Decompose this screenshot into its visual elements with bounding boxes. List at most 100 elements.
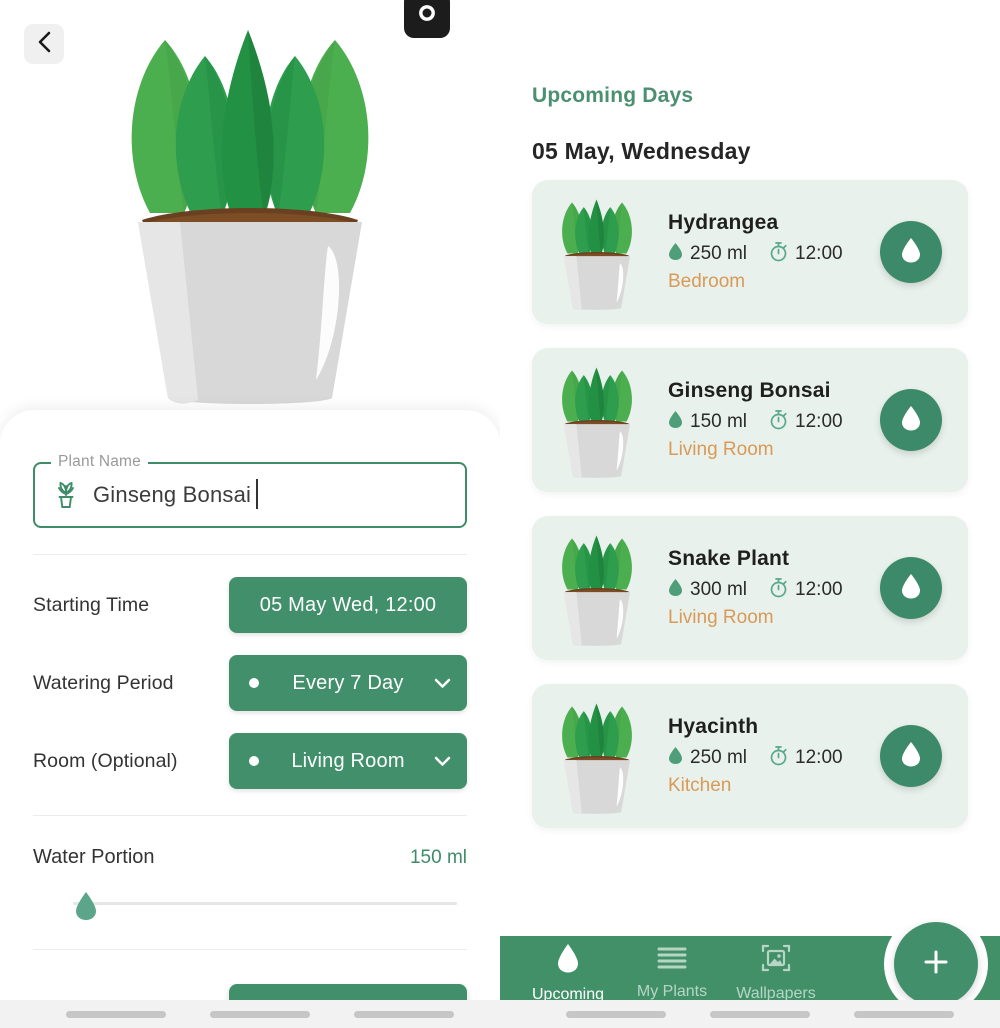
stopwatch-icon	[769, 745, 788, 771]
slider-track	[73, 902, 457, 905]
gesture-pill	[854, 1010, 954, 1018]
starting-time-button[interactable]: 05 May Wed, 12:00	[229, 577, 467, 633]
water-portion-label: Water Portion	[33, 846, 155, 868]
plant-card-room: Bedroom	[668, 271, 746, 292]
watering-period-value: Every 7 Day	[292, 671, 404, 694]
day-title: 05 May, Wednesday	[532, 138, 751, 164]
camera-button[interactable]	[404, 0, 450, 38]
form-divider-2	[33, 815, 467, 816]
plant-card-body: Ginseng Bonsai 150 ml 12:00 Living Room	[662, 379, 880, 461]
droplet-icon	[900, 236, 922, 269]
form-divider-3	[33, 949, 467, 950]
plant-card-room: Kitchen	[668, 775, 732, 796]
plant-card-body: Snake Plant 300 ml 12:00 Living Room	[662, 547, 880, 629]
plant-card-time: 12:00	[795, 243, 843, 264]
water-now-button[interactable]	[880, 221, 942, 283]
plant-card-body: Hyacinth 250 ml 12:00 Kitchen	[662, 715, 880, 797]
stopwatch-icon	[769, 241, 788, 267]
nav-item-label: My Plants	[636, 983, 708, 1000]
stopwatch-icon	[769, 577, 788, 603]
watering-period-dropdown[interactable]: Every 7 Day	[229, 655, 467, 711]
gesture-pill	[66, 1010, 166, 1018]
upcoming-panel: Upcoming Days 05 May, Wednesday Hydrange…	[500, 0, 1000, 1028]
droplet-icon	[900, 404, 922, 437]
plant-card-body: Hydrangea 250 ml 12:00 Bedroom	[662, 211, 880, 293]
plant-card-room: Living Room	[668, 607, 774, 628]
camera-icon	[415, 2, 439, 29]
plant-card[interactable]: Hydrangea 250 ml 12:00 Bedroom	[532, 180, 968, 324]
watering-period-row: Watering Period Every 7 Day	[33, 655, 467, 711]
room-label: Room (Optional)	[33, 749, 178, 772]
starting-time-value: 05 May Wed, 12:00	[259, 593, 437, 616]
bullet-dot-icon	[249, 678, 259, 688]
plant-hero	[0, 0, 500, 420]
plant-card-amount: 250 ml	[690, 747, 748, 768]
nav-item-wallpapers[interactable]: Wallpapers	[724, 936, 828, 1010]
gesture-pill	[710, 1010, 810, 1018]
water-portion-header: Water Portion 150 ml	[33, 846, 467, 869]
plant-thumbnail	[532, 529, 662, 647]
plant-card-time: 12:00	[795, 411, 843, 432]
plant-card-meta: 250 ml 12:00	[668, 241, 880, 267]
plant-card-time: 12:00	[795, 747, 843, 768]
plant-thumbnail	[532, 697, 662, 815]
plant-card-amount: 300 ml	[690, 579, 748, 600]
plant-name-field[interactable]: Plant Name Ginseng Bonsai	[33, 453, 467, 528]
room-row: Room (Optional) Living Room	[33, 733, 467, 789]
droplet-icon	[668, 410, 683, 434]
gesture-pill	[566, 1010, 666, 1018]
plant-form-sheet: Plant Name Ginseng Bonsai Starting Time …	[0, 410, 500, 1028]
slider-thumb-droplet-icon[interactable]	[74, 891, 98, 926]
plant-card[interactable]: Snake Plant 300 ml 12:00 Living Room	[532, 516, 968, 660]
droplet-icon	[900, 572, 922, 605]
plant-card-name: Snake Plant	[668, 547, 790, 570]
gesture-group-left	[0, 1010, 500, 1018]
image-frame-icon	[761, 943, 791, 978]
nav-item-upcoming[interactable]: Upcoming	[516, 936, 620, 1010]
chevron-left-icon	[37, 31, 52, 58]
plant-thumbnail	[532, 361, 662, 479]
plant-card-meta: 150 ml 12:00	[668, 409, 880, 435]
gesture-group-right	[500, 1010, 1000, 1018]
plant-card[interactable]: Ginseng Bonsai 150 ml 12:00 Living Room	[532, 348, 968, 492]
back-button[interactable]	[24, 24, 64, 64]
chevron-down-icon	[434, 678, 451, 689]
plant-name-label: Plant Name	[51, 453, 148, 471]
room-value: Living Room	[291, 749, 405, 772]
bullet-dot-icon	[249, 756, 259, 766]
add-fab-button[interactable]	[894, 922, 978, 1006]
chevron-down-icon	[434, 756, 451, 767]
water-now-button[interactable]	[880, 557, 942, 619]
potted-plant-icon	[49, 480, 83, 510]
plant-card-name: Ginseng Bonsai	[668, 379, 831, 402]
plant-card-room: Living Room	[668, 439, 774, 460]
plant-name-value: Ginseng Bonsai	[93, 479, 259, 509]
gesture-pill	[354, 1010, 454, 1018]
plant-card-meta: 250 ml 12:00	[668, 745, 880, 771]
droplet-icon	[668, 746, 683, 770]
plant-card-amount: 250 ml	[690, 243, 748, 264]
list-icon	[657, 945, 687, 976]
starting-time-label: Starting Time	[33, 593, 150, 616]
droplet-icon	[668, 578, 683, 602]
droplet-icon	[900, 740, 922, 773]
water-now-button[interactable]	[880, 389, 942, 451]
starting-time-row: Starting Time 05 May Wed, 12:00	[33, 577, 467, 633]
water-portion-slider[interactable]	[33, 883, 467, 923]
nav-item-my-plants[interactable]: My Plants	[620, 936, 724, 1010]
water-portion-value: 150 ml	[409, 847, 467, 868]
droplet-icon	[668, 242, 683, 266]
water-now-button[interactable]	[880, 725, 942, 787]
plant-card-time: 12:00	[795, 579, 843, 600]
plant-illustration	[80, 8, 420, 408]
room-dropdown[interactable]: Living Room	[229, 733, 467, 789]
plant-card-name: Hydrangea	[668, 211, 779, 234]
watering-period-label: Watering Period	[33, 671, 174, 694]
plant-card-meta: 300 ml 12:00	[668, 577, 880, 603]
plant-thumbnail	[532, 193, 662, 311]
plant-card-amount: 150 ml	[690, 411, 748, 432]
plant-card[interactable]: Hyacinth 250 ml 12:00 Kitchen	[532, 684, 968, 828]
app-screen: Plant Name Ginseng Bonsai Starting Time …	[0, 0, 1000, 1028]
form-divider-1	[33, 554, 467, 555]
stopwatch-icon	[769, 409, 788, 435]
